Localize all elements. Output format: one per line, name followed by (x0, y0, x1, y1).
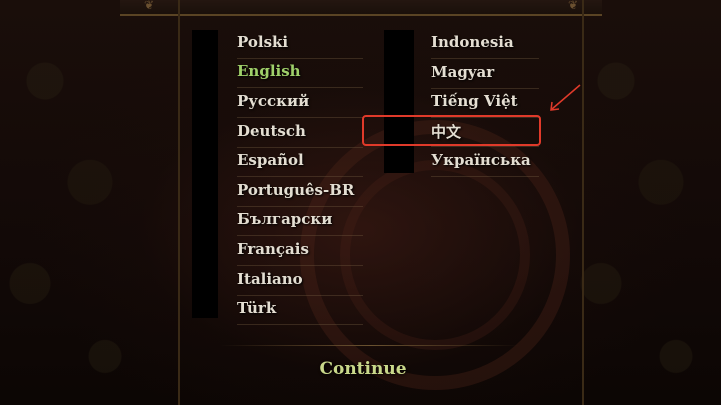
right-column-bar (384, 30, 414, 173)
language-label: Français (237, 240, 309, 258)
language-option[interactable]: Русский (237, 89, 363, 118)
language-option[interactable]: Indonesia (431, 30, 539, 59)
language-label: English (237, 62, 301, 80)
language-option[interactable]: Français (237, 237, 363, 266)
highlight-annotation-box (362, 115, 541, 146)
language-option[interactable]: Tiếng Việt (431, 89, 539, 118)
language-label: Polski (237, 33, 289, 51)
language-option[interactable]: Български (237, 207, 363, 236)
language-label: Español (237, 151, 304, 169)
footer-divider (220, 345, 520, 346)
language-label: Indonesia (431, 33, 514, 51)
language-option[interactable]: Türk (237, 296, 363, 325)
language-label: Magyar (431, 63, 495, 81)
language-option[interactable]: Polski (237, 30, 363, 59)
left-column-bar (192, 30, 218, 318)
right-vine-decoration (571, 0, 721, 405)
language-label: Русский (237, 92, 310, 110)
language-option[interactable]: Magyar (431, 60, 539, 89)
language-option[interactable]: Español (237, 148, 363, 177)
language-label: Deutsch (237, 122, 306, 140)
language-option[interactable]: Italiano (237, 267, 363, 296)
language-option[interactable]: Português-BR (237, 178, 363, 207)
language-label: Português-BR (237, 181, 355, 199)
language-label: Türk (237, 299, 277, 317)
left-vine-decoration (0, 0, 150, 405)
language-option[interactable]: Українська (431, 148, 539, 177)
language-option[interactable]: Deutsch (237, 119, 363, 148)
language-label: Italiano (237, 270, 303, 288)
annotation-arrow-icon (550, 84, 581, 111)
language-label: Български (237, 210, 333, 228)
compass-medallion-inner-decoration (340, 160, 530, 350)
continue-button[interactable]: Continue (290, 355, 436, 383)
language-label: Українська (431, 151, 531, 169)
language-option-selected[interactable]: English (237, 59, 363, 88)
language-label: Tiếng Việt (431, 92, 518, 110)
